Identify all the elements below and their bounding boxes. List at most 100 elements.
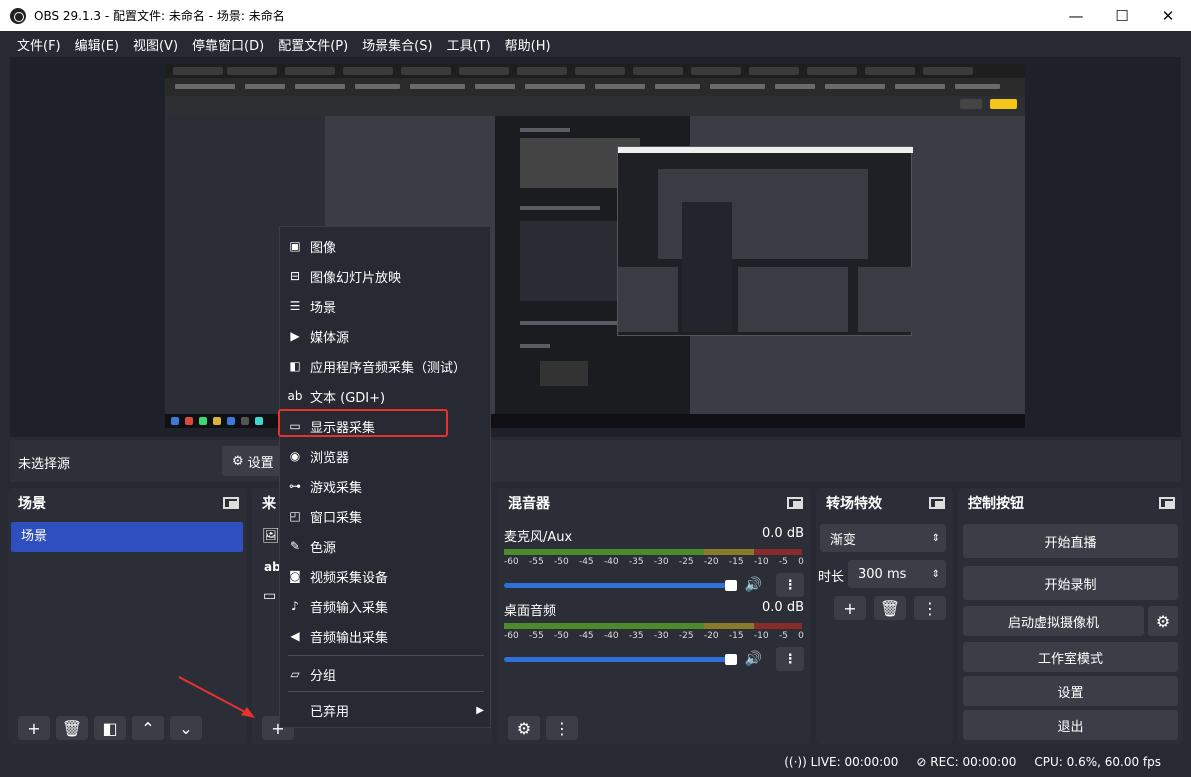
menu-bar: 文件(F) 编辑(E) 视图(V) 停靠窗口(D) 配置文件(P) 场景集合(S… bbox=[0, 31, 1191, 57]
menu-scene-collection[interactable]: 场景集合(S) bbox=[362, 35, 432, 54]
undock-icon[interactable] bbox=[223, 497, 239, 509]
folder-icon: ▱ bbox=[290, 667, 300, 681]
channel-db: 0.0 dB bbox=[762, 526, 804, 541]
preview-bookmarks bbox=[165, 78, 1025, 96]
menu-item-window-capture[interactable]: ◰ 窗口采集 bbox=[280, 501, 492, 531]
gear-icon: ⚙ bbox=[232, 453, 244, 469]
source-image-icon: 🖼 bbox=[262, 528, 280, 544]
source-settings-label: 设置 bbox=[247, 455, 274, 471]
studio-mode-button[interactable]: 工作室模式 bbox=[963, 642, 1178, 672]
scene-item[interactable]: 场景 bbox=[11, 522, 243, 552]
duration-spinbox[interactable]: 300 ms ⇕ bbox=[848, 560, 946, 588]
menu-item-app-audio[interactable]: ◧ 应用程序音频采集（测试） bbox=[280, 351, 492, 381]
highlight-box bbox=[278, 409, 448, 437]
close-button[interactable]: ✕ bbox=[1145, 0, 1191, 31]
menu-item-audio-output[interactable]: ◀ 音频输出采集 bbox=[280, 621, 492, 651]
transition-select[interactable]: 渐变 ⇕ bbox=[820, 524, 946, 552]
menu-docks[interactable]: 停靠窗口(D) bbox=[192, 35, 264, 54]
undock-icon[interactable] bbox=[787, 497, 803, 509]
audio-settings-button[interactable]: ⚙ bbox=[508, 716, 540, 740]
image-icon: ▣ bbox=[289, 239, 301, 253]
mixer-menu-button[interactable]: ⋮ bbox=[546, 716, 578, 740]
sources-title: 来 bbox=[262, 496, 276, 512]
mixer-channel-mic: 麦克风/Aux 0.0 dB -60 -55 -50 -45 -40 -35 -30 -25-… bbox=[504, 526, 804, 597]
updown-icon: ⇕ bbox=[931, 568, 940, 580]
menu-help[interactable]: 帮助(H) bbox=[505, 35, 551, 54]
menu-item-image[interactable]: ▣ 图像 bbox=[280, 231, 492, 261]
transitions-title: 转场特效 bbox=[826, 496, 882, 512]
duration-value: 300 ms bbox=[858, 566, 907, 582]
rec-status: ⊘ REC: 00:00:00 bbox=[916, 754, 1017, 769]
virtual-camera-settings-icon[interactable]: ⚙ bbox=[1148, 606, 1178, 636]
play-icon: ▶ bbox=[290, 329, 300, 343]
menu-tools[interactable]: 工具(T) bbox=[447, 35, 491, 54]
preview-browser-tabs bbox=[165, 64, 1025, 78]
volume-meter bbox=[504, 623, 802, 629]
remove-scene-button[interactable]: 🗑 bbox=[56, 716, 88, 740]
virtual-camera-button[interactable]: 启动虚拟摄像机 bbox=[963, 606, 1144, 636]
camera-icon: ◙ bbox=[289, 569, 301, 583]
scene-filters-button[interactable]: ◧ bbox=[94, 716, 126, 740]
status-bar: ((·)) LIVE: 00:00:00 ⊘ REC: 00:00:00 CPU… bbox=[0, 746, 1191, 777]
gamepad-icon: ⊶ bbox=[289, 479, 301, 493]
rec-icon: ⊘ bbox=[916, 754, 927, 769]
settings-button[interactable]: 设置 bbox=[963, 676, 1178, 706]
menu-item-slideshow[interactable]: ⊟ 图像幻灯片放映 bbox=[280, 261, 492, 291]
maximize-button[interactable]: ☐ bbox=[1099, 0, 1145, 31]
preview-page-header bbox=[165, 96, 1025, 116]
signal-icon: ((·)) bbox=[784, 754, 807, 769]
menu-item-game-capture[interactable]: ⊶ 游戏采集 bbox=[280, 471, 492, 501]
meter-ticks: -60 -55 -50 -45 -40 -35 -30 -25 -20 -15 -10 -5 0 bbox=[504, 557, 804, 567]
speaker-icon[interactable]: 🔊 bbox=[745, 651, 762, 667]
cpu-status: CPU: 0.6%, 60.00 fps bbox=[1034, 754, 1161, 769]
preview-nested-obs bbox=[617, 146, 913, 336]
menu-item-group[interactable]: ▱ 分组 bbox=[280, 659, 492, 689]
transitions-dock: 转场特效 渐变 ⇕ 时长 300 ms ⇕ + 🗑 ⋮ bbox=[816, 488, 953, 744]
title-bar: OBS 29.1.3 - 配置文件: 未命名 - 场景: 未命名 — ☐ ✕ bbox=[0, 0, 1191, 31]
controls-dock: 控制按钮 开始直播 开始录制 启动虚拟摄像机 ⚙ 工作室模式 设置 退出 bbox=[958, 488, 1183, 744]
remove-transition-button[interactable]: 🗑 bbox=[874, 596, 906, 620]
start-recording-button[interactable]: 开始录制 bbox=[963, 566, 1178, 600]
volume-slider[interactable] bbox=[504, 579, 737, 591]
menu-item-media[interactable]: ▶ 媒体源 bbox=[280, 321, 492, 351]
menu-edit[interactable]: 编辑(E) bbox=[75, 35, 119, 54]
scenes-title: 场景 bbox=[18, 496, 46, 512]
add-transition-button[interactable]: + bbox=[834, 596, 866, 620]
volume-meter bbox=[504, 549, 802, 555]
channel-menu-button[interactable]: ⋮ bbox=[776, 647, 804, 671]
menu-item-text[interactable]: ab 文本 (GDI+) bbox=[280, 381, 492, 411]
no-source-label: 未选择源 bbox=[18, 457, 71, 472]
add-source-menu: ▣ 图像 ⊟ 图像幻灯片放映 ☰ 场景 ▶ 媒体源 ◧ 应用程序音频采集（测试） ab 文本… bbox=[279, 226, 491, 728]
undock-icon[interactable] bbox=[1159, 497, 1175, 509]
transition-menu-button[interactable]: ⋮ bbox=[914, 596, 946, 620]
updown-icon: ⇕ bbox=[931, 532, 940, 544]
menu-profile[interactable]: 配置文件(P) bbox=[278, 35, 348, 54]
menu-view[interactable]: 视图(V) bbox=[133, 35, 178, 54]
app-audio-icon: ◧ bbox=[289, 359, 301, 373]
annotation-arrow-icon bbox=[178, 676, 255, 718]
meter-ticks: -60 -55 -50 -45 -40 -35 -30 -25 -20 -15 -10 -5 0 bbox=[504, 631, 804, 641]
menu-item-audio-input[interactable]: ♪ 音频输入采集 bbox=[280, 591, 492, 621]
channel-menu-button[interactable]: ⋮ bbox=[776, 573, 804, 597]
mixer-channel-desktop: 桌面音频 0.0 dB -60 -55 -50 -45 -40 -35 -30 -25 -20-… bbox=[504, 600, 804, 671]
minimize-button[interactable]: — bbox=[1053, 0, 1099, 31]
move-up-button[interactable]: ⌃ bbox=[132, 716, 164, 740]
start-streaming-button[interactable]: 开始直播 bbox=[963, 524, 1178, 558]
list-icon: ☰ bbox=[289, 299, 301, 313]
controls-title: 控制按钮 bbox=[968, 496, 1024, 512]
window-title: OBS 29.1.3 - 配置文件: 未命名 - 场景: 未命名 bbox=[34, 9, 285, 23]
mixer-title: 混音器 bbox=[508, 496, 550, 512]
speaker-icon[interactable]: 🔊 bbox=[745, 577, 762, 593]
menu-item-browser[interactable]: ◉ 浏览器 bbox=[280, 441, 492, 471]
menu-item-color-source[interactable]: ✎ 色源 bbox=[280, 531, 492, 561]
undock-icon[interactable] bbox=[929, 497, 945, 509]
add-scene-button[interactable]: + bbox=[18, 716, 50, 740]
menu-item-scene[interactable]: ☰ 场景 bbox=[280, 291, 492, 321]
live-status: ((·)) LIVE: 00:00:00 bbox=[784, 754, 899, 769]
menu-item-video-capture[interactable]: ◙ 视频采集设备 bbox=[280, 561, 492, 591]
volume-slider[interactable] bbox=[504, 653, 737, 665]
exit-button[interactable]: 退出 bbox=[963, 710, 1178, 740]
menu-item-deprecated[interactable]: 已弃用 ▶ bbox=[280, 695, 492, 725]
menu-file[interactable]: 文件(F) bbox=[17, 35, 61, 54]
preview-page-button-yellow bbox=[990, 99, 1017, 109]
